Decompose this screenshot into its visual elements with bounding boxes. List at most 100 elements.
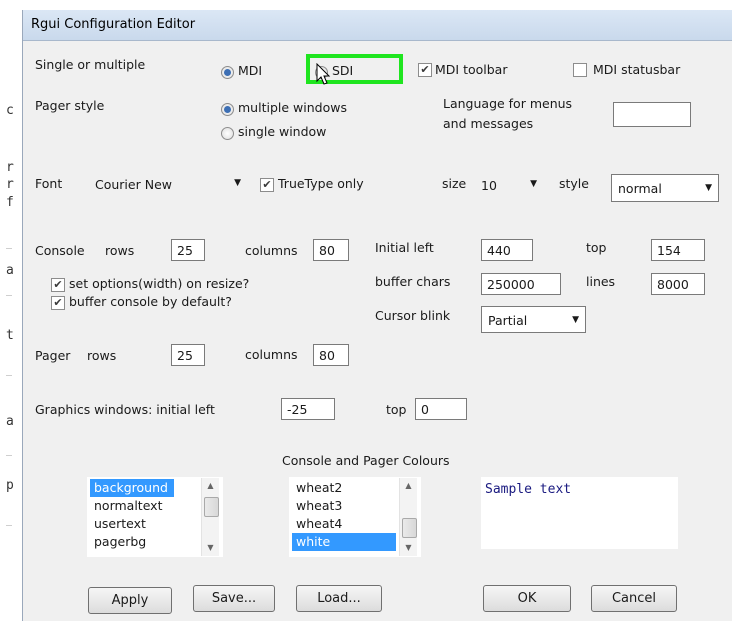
style-dropdown[interactable]: normal ▼ (611, 174, 719, 202)
buffer-chars-label: buffer chars (375, 274, 451, 289)
list-item[interactable]: background (90, 479, 174, 497)
size-label: size (442, 176, 467, 191)
style-label: style (559, 176, 589, 191)
mdi-label: Single or multiple (35, 57, 146, 72)
initial-left-input[interactable]: 440 (481, 239, 533, 261)
background-editor-char: a (6, 414, 14, 429)
colour-element-listbox[interactable]: background normaltext usertext pagerbg ▲… (87, 477, 223, 557)
truetype-label[interactable]: TrueType only (278, 176, 364, 191)
save-button[interactable]: Save... (193, 585, 275, 612)
buffer-console-checkbox[interactable]: ✔ (51, 296, 65, 310)
mdi-radio[interactable] (221, 66, 234, 79)
load-button[interactable]: Load... (296, 585, 382, 612)
pager-multiple-radio[interactable] (221, 103, 234, 116)
mdi-toolbar-label[interactable]: MDI toolbar (435, 62, 507, 77)
background-editor-char: r (6, 177, 14, 192)
background-editor-divider (6, 455, 12, 456)
background-editor-strip: c r r f a t a p (0, 0, 22, 621)
colour-list-scrollbar[interactable]: ▲ ▼ (399, 478, 417, 556)
initial-left-label: Initial left (375, 240, 434, 255)
lines-label: lines (586, 274, 616, 289)
pager-label: Pager (35, 348, 71, 363)
list-item[interactable]: wheat3 (292, 497, 342, 515)
chevron-down-icon: ▼ (234, 178, 241, 188)
config-editor-window: Rgui Configuration Editor Single or mult… (22, 10, 732, 621)
graphics-top-input[interactable]: 0 (415, 398, 467, 420)
buffer-chars-input[interactable]: 250000 (481, 273, 561, 295)
background-editor-divider (6, 375, 12, 376)
scroll-up-icon[interactable]: ▲ (400, 478, 417, 494)
size-dropdown-value: 10 (481, 178, 497, 193)
pager-single-label[interactable]: single window (238, 124, 326, 139)
background-editor-char: f (6, 195, 14, 210)
sample-text-preview: Sample text (481, 477, 678, 549)
list-item[interactable]: usertext (90, 515, 146, 533)
chevron-down-icon: ▼ (530, 179, 537, 189)
set-options-label[interactable]: set options(width) on resize? (69, 276, 249, 291)
background-editor-divider (6, 525, 12, 526)
background-editor-char: r (6, 160, 14, 175)
pager-rows-input[interactable]: 25 (171, 344, 205, 366)
list-item[interactable]: white (292, 533, 396, 551)
background-editor-char: p (6, 478, 14, 493)
console-rows-label: rows (105, 243, 135, 258)
scroll-down-icon[interactable]: ▼ (202, 540, 219, 556)
console-label: Console (35, 243, 85, 258)
initial-top-input[interactable]: 154 (651, 239, 705, 261)
pager-multiple-label[interactable]: multiple windows (238, 100, 347, 115)
pager-columns-label: columns (245, 347, 298, 362)
scrollbar-thumb[interactable] (402, 518, 417, 538)
chevron-down-icon: ▼ (705, 183, 712, 193)
graphics-top-label: top (386, 402, 407, 417)
font-dropdown-value: Courier New (95, 177, 172, 192)
size-dropdown[interactable]: 10 ▼ (475, 174, 543, 198)
font-label: Font (35, 176, 63, 191)
font-dropdown[interactable]: Courier New ▼ (89, 173, 247, 197)
pager-rows-label: rows (87, 348, 117, 363)
background-editor-char: a (6, 263, 14, 278)
colours-heading: Console and Pager Colours (282, 453, 450, 468)
list-item[interactable]: pagerbg (90, 533, 146, 551)
graphics-label: Graphics windows: initial left (35, 402, 215, 417)
scrollbar-thumb[interactable] (204, 497, 219, 517)
console-columns-input[interactable]: 80 (313, 239, 349, 261)
style-dropdown-value: normal (618, 181, 662, 196)
element-list-scrollbar[interactable]: ▲ ▼ (201, 478, 219, 556)
list-item[interactable]: wheat2 (292, 479, 342, 497)
console-columns-label: columns (245, 243, 298, 258)
console-rows-input[interactable]: 25 (171, 239, 205, 261)
truetype-checkbox[interactable]: ✔ (260, 178, 274, 192)
mdi-statusbar-checkbox[interactable] (573, 63, 587, 77)
pager-columns-input[interactable]: 80 (313, 344, 349, 366)
title-bar[interactable]: Rgui Configuration Editor (23, 10, 732, 41)
cursor-blink-dropdown[interactable]: Partial ▼ (481, 306, 586, 333)
background-editor-divider (6, 248, 12, 249)
cancel-button[interactable]: Cancel (591, 585, 677, 612)
mdi-toolbar-checkbox[interactable]: ✔ (418, 63, 432, 77)
mdi-statusbar-label[interactable]: MDI statusbar (593, 62, 680, 77)
background-editor-char: c (6, 103, 14, 118)
ok-button[interactable]: OK (483, 585, 571, 612)
buffer-console-label[interactable]: buffer console by default? (69, 294, 232, 309)
lines-input[interactable]: 8000 (651, 273, 705, 295)
language-input[interactable] (613, 102, 691, 127)
apply-button[interactable]: Apply (88, 587, 172, 614)
language-label-line2: and messages (443, 116, 534, 131)
colour-value-listbox[interactable]: wheat2 wheat3 wheat4 white ▲ ▼ (289, 477, 421, 557)
cursor-blink-label: Cursor blink (375, 308, 451, 323)
background-editor-char: t (6, 328, 14, 343)
list-item[interactable]: normaltext (90, 497, 162, 515)
scroll-down-icon[interactable]: ▼ (400, 540, 417, 556)
background-editor-divider (6, 295, 12, 296)
cursor-blink-value: Partial (488, 313, 528, 328)
set-options-checkbox[interactable]: ✔ (51, 278, 65, 292)
pager-style-label: Pager style (35, 98, 105, 113)
scroll-up-icon[interactable]: ▲ (202, 478, 219, 494)
window-title: Rgui Configuration Editor (31, 17, 196, 32)
initial-top-label: top (586, 240, 607, 255)
language-label-line1: Language for menus (443, 96, 573, 111)
mdi-radio-label[interactable]: MDI (238, 63, 262, 78)
graphics-left-input[interactable]: -25 (281, 398, 335, 420)
list-item[interactable]: wheat4 (292, 515, 342, 533)
pager-single-radio[interactable] (221, 127, 234, 140)
